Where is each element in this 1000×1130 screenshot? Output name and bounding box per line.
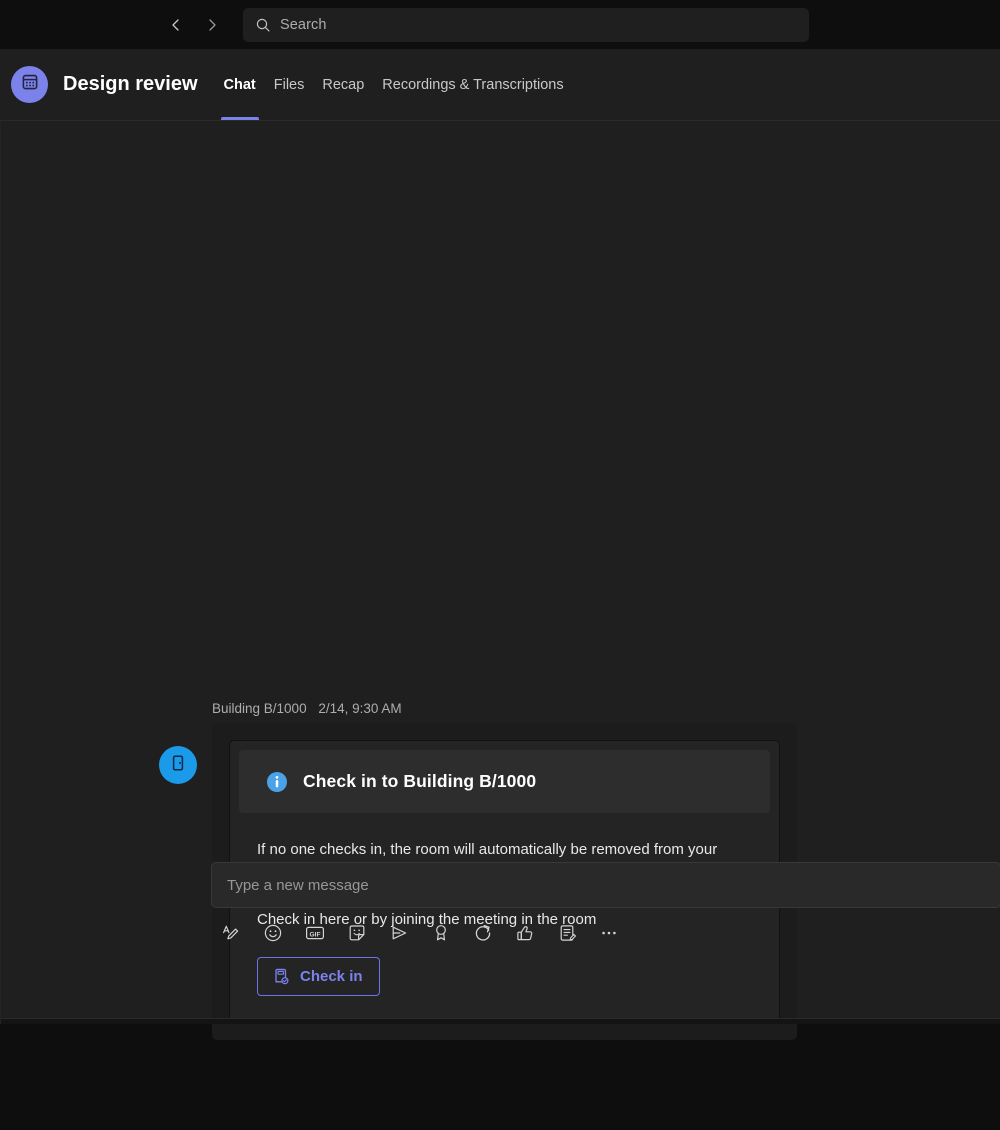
page-title: Design review bbox=[63, 73, 198, 95]
gif-button[interactable]: GIF bbox=[300, 918, 330, 948]
format-icon bbox=[221, 923, 241, 943]
message-input[interactable]: Type a new message bbox=[211, 862, 1000, 908]
chat-message-area: Building B/1000 2/14, 9:30 AM Check in t… bbox=[0, 121, 1000, 1040]
search-icon bbox=[255, 17, 271, 33]
tab-files[interactable]: Files bbox=[265, 49, 314, 120]
chevron-left-icon bbox=[168, 17, 184, 33]
gif-icon: GIF bbox=[304, 923, 326, 943]
more-options-icon bbox=[599, 923, 619, 943]
chevron-right-icon bbox=[204, 17, 220, 33]
more-options-button[interactable] bbox=[594, 918, 624, 948]
sender-avatar bbox=[159, 746, 197, 784]
forms-icon bbox=[557, 923, 577, 943]
emoji-icon bbox=[263, 923, 283, 943]
check-in-button-label: Check in bbox=[300, 967, 363, 985]
format-button[interactable] bbox=[216, 918, 246, 948]
praise-button[interactable] bbox=[426, 918, 456, 948]
message-timestamp: 2/14, 9:30 AM bbox=[318, 701, 402, 716]
tab-chat[interactable]: Chat bbox=[215, 49, 265, 120]
top-bar: Search bbox=[0, 0, 1000, 49]
loop-icon bbox=[473, 923, 493, 943]
sticker-button[interactable] bbox=[342, 918, 372, 948]
tab-recordings-transcriptions[interactable]: Recordings & Transcriptions bbox=[373, 49, 572, 120]
back-button[interactable] bbox=[163, 12, 189, 38]
approvals-icon bbox=[515, 923, 535, 943]
forms-button[interactable] bbox=[552, 918, 582, 948]
calendar-meeting-icon bbox=[20, 72, 40, 97]
message-input-placeholder: Type a new message bbox=[227, 876, 369, 894]
composer-toolbar: GIF bbox=[211, 908, 1000, 948]
info-circle-icon bbox=[266, 771, 288, 793]
message-meta: Building B/1000 2/14, 9:30 AM bbox=[212, 701, 819, 716]
card-title: Check in to Building B/1000 bbox=[303, 771, 537, 791]
emoji-button[interactable] bbox=[258, 918, 288, 948]
card-banner: Check in to Building B/1000 bbox=[239, 750, 770, 813]
loop-button[interactable] bbox=[468, 918, 498, 948]
avatar bbox=[11, 66, 48, 103]
room-check-icon bbox=[272, 967, 291, 986]
tab-bar: Chat Files Recap Recordings & Transcript… bbox=[215, 49, 573, 120]
send-button[interactable] bbox=[384, 918, 414, 948]
sticker-icon bbox=[347, 923, 367, 943]
forward-button[interactable] bbox=[199, 12, 225, 38]
bottom-strip bbox=[1, 1018, 1000, 1024]
search-bar[interactable]: Search bbox=[243, 7, 809, 42]
approvals-button[interactable] bbox=[510, 918, 540, 948]
check-in-button[interactable]: Check in bbox=[257, 956, 380, 996]
door-room-icon bbox=[168, 753, 188, 778]
message-sender: Building B/1000 bbox=[212, 701, 307, 716]
message-composer: Type a new message GIF bbox=[211, 862, 1000, 948]
nav-arrows bbox=[163, 12, 225, 38]
svg-text:GIF: GIF bbox=[310, 931, 321, 938]
chat-header: Design review Chat Files Recap Recording… bbox=[0, 49, 1000, 121]
send-plane-icon bbox=[389, 923, 409, 943]
tab-recap[interactable]: Recap bbox=[313, 49, 373, 120]
praise-ribbon-icon bbox=[431, 923, 451, 943]
search-input[interactable]: Search bbox=[280, 17, 327, 33]
